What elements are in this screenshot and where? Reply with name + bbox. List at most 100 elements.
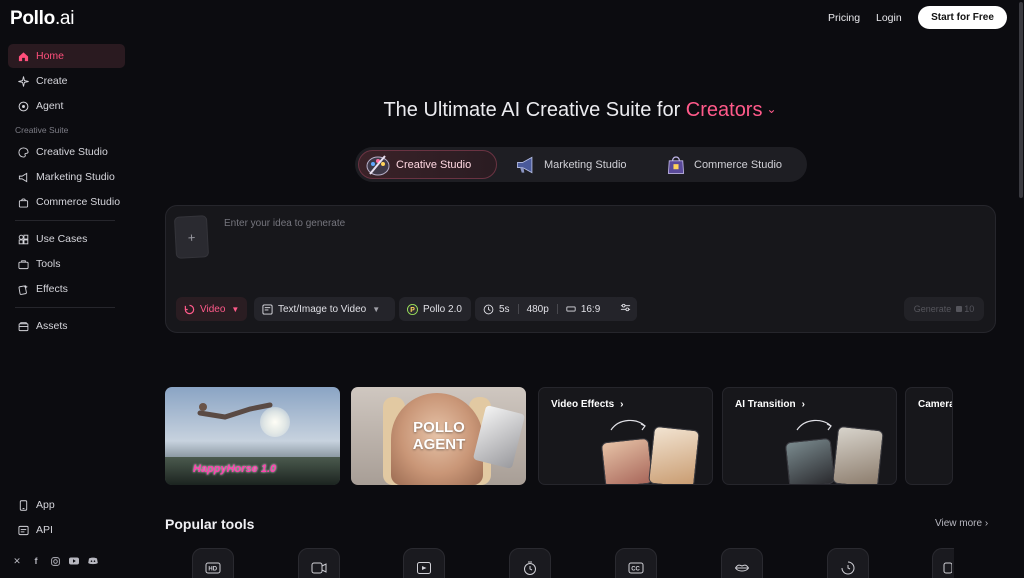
- sidebar-item-create[interactable]: Create: [8, 69, 125, 93]
- megaphone-icon: [17, 171, 29, 183]
- chevron-right-icon: ›: [620, 399, 624, 410]
- discord-icon[interactable]: [88, 556, 98, 566]
- tab-label: Marketing Studio: [544, 158, 627, 171]
- view-more-link[interactable]: View more ›: [935, 518, 988, 529]
- palette-icon: [365, 152, 391, 178]
- sidebar-item-creative-studio[interactable]: Creative Studio: [8, 140, 125, 164]
- chevron-down-icon: ▼: [231, 304, 240, 314]
- hd-icon: HD: [205, 562, 221, 574]
- card-title: Video Effects ›: [551, 399, 624, 410]
- advanced-settings-button[interactable]: [613, 297, 637, 321]
- megaphone-icon: [513, 152, 539, 178]
- tool-lip-sync[interactable]: [721, 548, 763, 578]
- sidebar-item-commerce-studio[interactable]: Commerce Studio: [8, 190, 125, 214]
- transition-before-image: [784, 437, 836, 484]
- sidebar-item-label: API: [36, 524, 53, 536]
- palette-icon: [17, 146, 29, 158]
- card-ai-transition[interactable]: AI Transition ›: [722, 387, 897, 485]
- pricing-link[interactable]: Pricing: [828, 12, 860, 24]
- sidebar-item-app[interactable]: App: [8, 493, 125, 517]
- sidebar-item-home[interactable]: Home: [8, 44, 125, 68]
- shopping-bag-icon: [17, 196, 29, 208]
- sidebar: Pollo.ai Home Create Agent Creative Suit…: [0, 0, 132, 578]
- chevron-down-icon: ▼: [372, 304, 381, 314]
- tab-label: Creative Studio: [396, 158, 472, 171]
- sidebar-divider: [15, 307, 115, 308]
- upload-image-button[interactable]: +: [173, 215, 210, 259]
- sidebar-item-effects[interactable]: Effects: [8, 277, 125, 301]
- jumping-figure-image: [197, 402, 273, 420]
- logo[interactable]: Pollo.ai: [10, 8, 74, 30]
- chevron-right-icon: ›: [984, 518, 989, 529]
- effect-after-image: [648, 425, 700, 484]
- tool-duration[interactable]: [827, 548, 869, 578]
- shopping-bag-icon: [663, 152, 689, 178]
- credits-value: 10: [964, 304, 975, 314]
- sidebar-item-label: Create: [36, 75, 68, 87]
- sidebar-item-marketing-studio[interactable]: Marketing Studio: [8, 165, 125, 189]
- effects-icon: [17, 283, 29, 295]
- curved-arrow-icon: [796, 419, 832, 431]
- tool-more[interactable]: [932, 548, 954, 578]
- hero-title-accent[interactable]: Creators: [686, 99, 763, 121]
- sidebar-item-label: Commerce Studio: [36, 196, 121, 208]
- card-title: HappyHorse 1.0: [193, 463, 277, 475]
- tool-timer[interactable]: [509, 548, 551, 578]
- api-icon: [17, 524, 29, 536]
- ratio-value: 16:9: [580, 303, 601, 315]
- mode-select[interactable]: Video ▼: [176, 297, 248, 321]
- instagram-icon[interactable]: [50, 556, 60, 566]
- tab-creative-studio[interactable]: Creative Studio: [358, 150, 497, 179]
- card-camera[interactable]: Camera: [905, 387, 953, 485]
- text-image-icon: [262, 303, 273, 315]
- sidebar-item-tools[interactable]: Tools: [8, 252, 125, 276]
- tab-label: Commerce Studio: [694, 158, 783, 171]
- curved-arrow-icon: [610, 419, 646, 431]
- tool-hd-upscale[interactable]: HD: [192, 548, 234, 578]
- task-select[interactable]: Text/Image to Video ▼: [254, 297, 395, 321]
- chevron-down-icon[interactable]: ⌄: [766, 102, 776, 116]
- generate-button[interactable]: Generate 10: [904, 297, 984, 321]
- tool-captions[interactable]: CC: [615, 548, 657, 578]
- sidebar-item-use-cases[interactable]: Use Cases: [8, 227, 125, 251]
- prompt-input[interactable]: Enter your idea to generate: [224, 218, 345, 229]
- lips-icon: [734, 564, 750, 572]
- sidebar-item-assets[interactable]: Assets: [8, 314, 125, 338]
- video-mode-icon: [184, 304, 195, 315]
- svg-text:CC: CC: [631, 567, 640, 573]
- tab-marketing-studio[interactable]: Marketing Studio: [513, 150, 643, 179]
- credits-icon: [956, 306, 963, 312]
- chevron-right-icon: ›: [801, 399, 805, 410]
- more-icon: [943, 562, 952, 574]
- sparkle-icon: [17, 75, 29, 87]
- facebook-icon[interactable]: f: [31, 556, 41, 566]
- sidebar-item-label: Use Cases: [36, 233, 88, 245]
- svg-text:HD: HD: [208, 567, 217, 573]
- cc-icon: CC: [628, 562, 644, 574]
- video-swap-icon: [311, 562, 327, 574]
- image-to-video-icon: [417, 562, 431, 574]
- tab-commerce-studio[interactable]: Commerce Studio: [663, 150, 803, 179]
- sidebar-item-label: Home: [36, 50, 65, 62]
- model-label: Pollo 2.0: [423, 303, 462, 315]
- login-link[interactable]: Login: [876, 12, 902, 24]
- card-happyhorse[interactable]: HappyHorse 1.0: [165, 387, 340, 485]
- tool-video-swap[interactable]: [298, 548, 340, 578]
- card-pollo-agent[interactable]: POLLO AGENT: [351, 387, 526, 485]
- start-for-free-button[interactable]: Start for Free: [918, 6, 1007, 29]
- hero-title-text: The Ultimate AI Creative Suite for: [383, 99, 686, 121]
- transition-after-image: [832, 425, 884, 484]
- home-icon: [17, 50, 29, 62]
- phone-icon: [17, 499, 29, 511]
- sliders-icon: [620, 302, 631, 316]
- studio-tabs: Creative Studio Marketing Studio Commerc…: [355, 147, 807, 182]
- generate-label: Generate: [913, 304, 952, 314]
- card-video-effects[interactable]: Video Effects ›: [538, 387, 713, 485]
- youtube-icon[interactable]: [69, 556, 79, 566]
- clock-icon: [841, 561, 855, 575]
- card-title: POLLO AGENT: [412, 419, 466, 453]
- x-icon[interactable]: ✕: [12, 556, 22, 566]
- model-select[interactable]: P Pollo 2.0: [399, 297, 471, 321]
- tool-image-to-video[interactable]: [403, 548, 445, 578]
- sidebar-item-api[interactable]: API: [8, 518, 125, 542]
